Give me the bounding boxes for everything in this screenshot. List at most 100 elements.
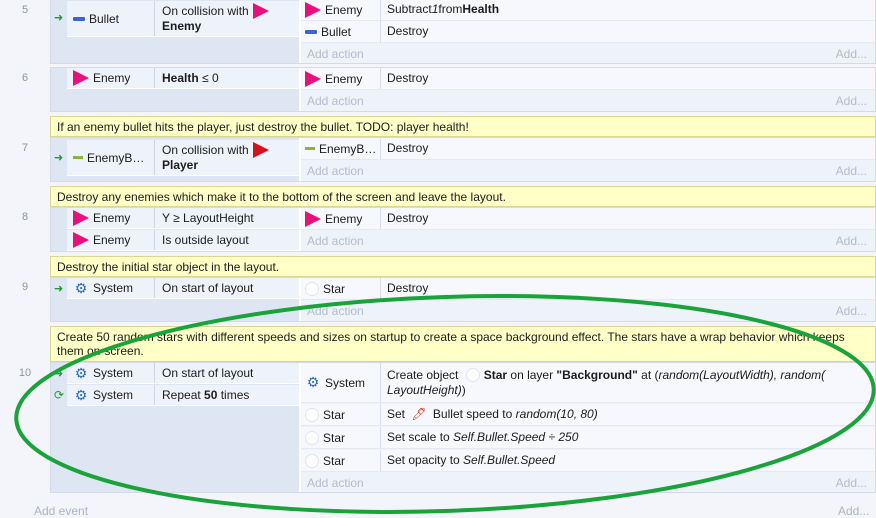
add-action-link[interactable]: Add action [307, 94, 364, 108]
add-more-link[interactable]: Add... [836, 94, 867, 108]
condition-text[interactable]: Is outside layout [157, 230, 299, 250]
condition-text[interactable]: On start of layout [157, 363, 299, 383]
enemy-icon [73, 70, 89, 86]
condition-object[interactable]: ⚙ System [71, 385, 155, 405]
action-object[interactable]: Star [305, 427, 381, 448]
action-text[interactable]: Subtract 1 from Health [381, 0, 875, 20]
condition-text[interactable]: Y ≥ LayoutHeight [157, 208, 299, 228]
add-action-row[interactable]: Add action Add... [301, 160, 875, 182]
condition-row[interactable]: ⚙ System On start of layout [67, 363, 299, 384]
object-name: Bullet [89, 11, 120, 26]
condition-row[interactable]: Enemy Is outside layout [67, 230, 299, 251]
action-object[interactable]: Enemy [305, 68, 381, 89]
condition-object[interactable]: Enemy [71, 208, 155, 228]
action-object[interactable]: Star [305, 404, 381, 425]
add-more-link[interactable]: Add... [836, 476, 867, 490]
action-object[interactable]: Star [305, 450, 381, 471]
action-label: Subtract [387, 2, 432, 16]
action-row[interactable]: Star Set scale to Self.Bullet.Speed ÷ 25… [301, 427, 875, 449]
action-object[interactable]: Enemy [305, 0, 381, 20]
action-text[interactable]: Destroy [381, 278, 875, 299]
condition-row[interactable]: ⚙ System Repeat 50 times [67, 385, 299, 406]
action-text[interactable]: Destroy [381, 21, 875, 42]
add-more-link[interactable]: Add... [836, 47, 867, 61]
add-event-link[interactable]: Add event [34, 504, 88, 518]
action-row[interactable]: EnemyB… Destroy [301, 138, 875, 160]
event-number: 8 [21, 211, 29, 223]
add-action-row[interactable]: Add action Add... [301, 300, 875, 322]
action-row[interactable]: ⚙ System Create object Star on layer "Bac… [301, 363, 875, 403]
action-row[interactable]: Star Destroy [301, 278, 875, 300]
add-action-link[interactable]: Add action [307, 234, 364, 248]
condition-row[interactable]: Bullet On collision with Enemy [67, 1, 299, 37]
condition-label: On start of layout [162, 280, 254, 295]
action-text[interactable]: Destroy [381, 208, 875, 229]
action-object[interactable]: Star [305, 278, 381, 299]
star-icon [305, 453, 319, 468]
action-object[interactable]: Enemy [305, 208, 381, 229]
action-label: Destroy [387, 71, 429, 85]
add-more-link[interactable]: Add... [836, 304, 867, 318]
condition-row[interactable]: EnemyB… On collision with Player [67, 140, 299, 176]
condition-label: On collision with [162, 142, 249, 157]
condition-text[interactable]: Health ≤ 0 [157, 68, 299, 88]
add-action-row[interactable]: Add action Add... [301, 230, 875, 252]
event-comment[interactable]: Create 50 random stars with different sp… [50, 326, 876, 362]
action-row[interactable]: Star Set opacity to Self.Bullet.Speed [301, 450, 875, 472]
action-row[interactable]: Enemy Destroy [301, 68, 875, 90]
action-object[interactable]: ⚙ System [305, 363, 381, 402]
add-action-link[interactable]: Add action [307, 47, 364, 61]
event-block[interactable]: ➜ EnemyB… On collision with Player Enemy… [50, 137, 876, 182]
event-block[interactable]: Enemy Y ≥ LayoutHeight Enemy Is outside … [50, 207, 876, 252]
action-text[interactable]: Set opacity to Self.Bullet.Speed [381, 450, 875, 471]
condition-label: On collision with [162, 3, 249, 18]
trigger-arrow-icon: ➜ [54, 283, 64, 295]
event-block[interactable]: ➜ ⚙ System On start of layout Star Destro… [50, 277, 876, 322]
event-comment[interactable]: Destroy any enemies which make it to the… [50, 186, 876, 207]
condition-object[interactable]: ⚙ System [71, 278, 155, 298]
add-more-link[interactable]: Add... [836, 234, 867, 248]
action-row[interactable]: Bullet Destroy [301, 21, 875, 43]
action-variable: Health [462, 2, 500, 16]
action-text[interactable]: Destroy [381, 68, 875, 89]
condition-row[interactable]: Enemy Y ≥ LayoutHeight [67, 208, 299, 229]
condition-text[interactable]: On start of layout [157, 278, 299, 298]
action-object[interactable]: Bullet [305, 21, 381, 42]
condition-object[interactable]: Bullet [71, 1, 155, 36]
condition-row[interactable]: Enemy Health ≤ 0 [67, 68, 299, 89]
condition-text[interactable]: Repeat 50 times [157, 385, 299, 405]
add-action-row[interactable]: Add action Add... [301, 472, 875, 494]
event-comment[interactable]: Destroy the initial star object in the l… [50, 256, 876, 277]
condition-label: ≤ 0 [198, 70, 219, 85]
condition-row[interactable]: ⚙ System On start of layout [67, 278, 299, 299]
event-block[interactable]: ➜ Bullet On collision with Enemy Enemy S… [50, 0, 876, 64]
condition-object[interactable]: EnemyB… [71, 140, 155, 175]
add-action-link[interactable]: Add action [307, 476, 364, 490]
add-more-link[interactable]: Add... [836, 164, 867, 178]
event-comment[interactable]: If an enemy bullet hits the player, just… [50, 116, 876, 137]
event-number: 6 [21, 72, 29, 84]
condition-object[interactable]: Enemy [71, 230, 155, 250]
condition-object[interactable]: ⚙ System [71, 363, 155, 383]
add-action-row[interactable]: Add action Add... [301, 43, 875, 65]
event-block[interactable]: ➜ ⟳ ⚙ System On start of layout ⚙ System R… [50, 362, 876, 493]
object-name: System [93, 281, 134, 295]
event-block[interactable]: Enemy Health ≤ 0 Enemy Destroy Add actio… [50, 67, 876, 112]
action-text[interactable]: Create object Star on layer "Background"… [381, 363, 875, 402]
action-object[interactable]: EnemyB… [305, 138, 381, 159]
add-action-link[interactable]: Add action [307, 304, 364, 318]
add-action-row[interactable]: Add action Add... [301, 90, 875, 112]
action-expression: Self.Bullet.Speed ÷ 250 [453, 430, 579, 444]
action-text[interactable]: Set scale to Self.Bullet.Speed ÷ 250 [381, 427, 875, 448]
action-row[interactable]: Enemy Destroy [301, 208, 875, 230]
condition-text[interactable]: On collision with Enemy [157, 1, 299, 36]
action-row[interactable]: Enemy Subtract 1 from Health [301, 0, 875, 21]
object-name: Enemy [93, 233, 131, 247]
condition-text[interactable]: On collision with Player [157, 140, 299, 175]
condition-object[interactable]: Enemy [71, 68, 155, 88]
action-row[interactable]: Star Set 🖊 Bullet speed to random(10, 80… [301, 404, 875, 426]
action-text[interactable]: Destroy [381, 138, 875, 159]
add-more-link[interactable]: Add... [838, 504, 869, 518]
action-text[interactable]: Set 🖊 Bullet speed to random(10, 80) [381, 404, 875, 425]
add-action-link[interactable]: Add action [307, 164, 364, 178]
